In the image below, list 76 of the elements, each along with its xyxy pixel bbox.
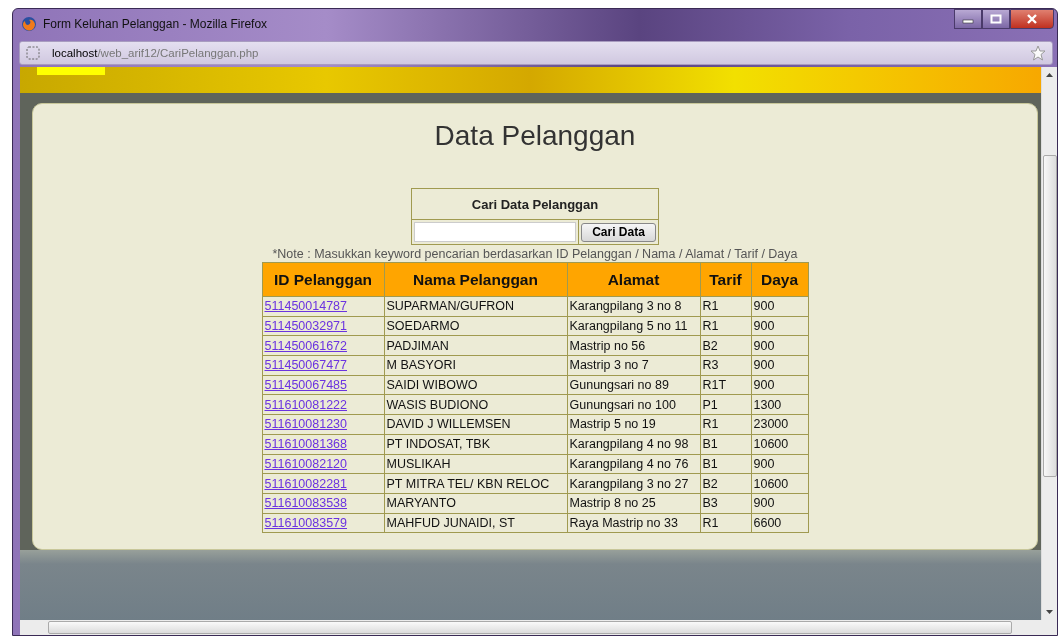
table-cell: 900 [751, 355, 808, 376]
table-cell: Gunungsari no 89 [567, 375, 700, 395]
note-text: *Note : Masukkan keyword pencarian berdasarkan ID Pelanggan / Nama / Alamat / Tarif / Daya [272, 247, 798, 261]
close-icon [1026, 14, 1038, 24]
table-cell: SUPARMAN/GUFRON [384, 296, 567, 317]
maximize-icon [990, 14, 1002, 24]
maximize-button[interactable] [982, 9, 1010, 29]
search-button[interactable]: Cari Data [581, 222, 656, 242]
table-cell: 900 [751, 493, 808, 514]
table-cell: B2 [700, 473, 751, 494]
table-cell: 23000 [751, 414, 808, 435]
page-heading: Data Pelanggan [434, 120, 636, 152]
table-cell: 900 [751, 454, 808, 474]
table-cell: WASIS BUDIONO [384, 394, 567, 415]
table-cell: 900 [751, 375, 808, 395]
table-cell: 6600 [751, 513, 808, 533]
table-cell: B1 [700, 454, 751, 474]
table-cell: R1 [700, 296, 751, 317]
page-icon [26, 46, 40, 60]
table-cell: MARYANTO [384, 493, 567, 514]
table-cell: Mastrip 3 no 7 [567, 355, 700, 376]
table-cell: Karangpilang 5 no 11 [567, 316, 700, 336]
table-cell: 900 [751, 296, 808, 317]
close-button[interactable] [1010, 9, 1054, 29]
address-bar[interactable]: localhost/web_arif12/CariPelanggan.php [19, 41, 1053, 65]
table-cell: DAVID J WILLEMSEN [384, 414, 567, 435]
table-cell: R1 [700, 414, 751, 435]
scroll-thumb[interactable] [1042, 155, 1057, 477]
table-cell: Karangpilang 4 no 76 [567, 454, 700, 474]
table-cell: R1T [700, 375, 751, 395]
table-cell: 1300 [751, 394, 808, 415]
url-text: localhost/web_arif12/CariPelanggan.php [52, 47, 259, 59]
vertical-scrollbar[interactable] [1041, 67, 1057, 620]
table-cell: R1 [700, 316, 751, 336]
browser-logo-icon [21, 16, 37, 32]
search-field[interactable] [414, 222, 577, 242]
table-cell: Karangpilang 3 no 27 [567, 473, 700, 494]
table-cell: 900 [751, 335, 808, 356]
table-cell: PT INDOSAT, TBK [384, 434, 567, 454]
table-cell: MUSLIKAH [384, 454, 567, 474]
table-cell: M BASYORI [384, 355, 567, 376]
table-cell: 10600 [751, 473, 808, 494]
table-cell: 10600 [751, 434, 808, 454]
star-icon[interactable] [1030, 45, 1046, 61]
table-cell: Karangpilang 3 no 8 [567, 296, 700, 317]
table-cell: R1 [700, 513, 751, 533]
minimize-button[interactable] [954, 9, 982, 29]
column-header: Nama Pelanggan [384, 262, 567, 297]
table-cell: Raya Mastrip no 33 [567, 513, 700, 533]
scroll-down-icon[interactable] [1046, 610, 1053, 614]
header-mark [37, 67, 105, 75]
table-cell: PT MITRA TEL/ KBN RELOC [384, 473, 567, 494]
table-cell: Gunungsari no 100 [567, 394, 700, 415]
window-title: Form Keluhan Pelanggan - Mozilla Firefox [43, 17, 268, 31]
table-cell: MAHFUD JUNAIDI, ST [384, 513, 567, 533]
table-cell: Mastrip 8 no 25 [567, 493, 700, 514]
table-cell: Mastrip no 56 [567, 335, 700, 356]
column-header: ID Pelanggan [262, 262, 384, 297]
table-cell: Mastrip 5 no 19 [567, 414, 700, 435]
column-header: Tarif [700, 262, 751, 297]
scroll-thumb[interactable] [48, 621, 1012, 634]
table-cell: B2 [700, 335, 751, 356]
scroll-up-icon[interactable] [1046, 73, 1053, 77]
table-cell: SAIDI WIBOWO [384, 375, 567, 395]
table-cell: B1 [700, 434, 751, 454]
table-cell: 900 [751, 316, 808, 336]
table-cell: PADJIMAN [384, 335, 567, 356]
column-header: Daya [751, 262, 808, 297]
table-cell: B3 [700, 493, 751, 514]
column-header: Alamat [567, 262, 700, 297]
table-cell: P1 [700, 394, 751, 415]
table-cell: SOEDARMO [384, 316, 567, 336]
search-title: Cari Data Pelanggan [411, 188, 659, 220]
table-cell: R3 [700, 355, 751, 376]
horizontal-scrollbar[interactable] [20, 620, 1057, 635]
table-cell: Karangpilang 4 no 98 [567, 434, 700, 454]
